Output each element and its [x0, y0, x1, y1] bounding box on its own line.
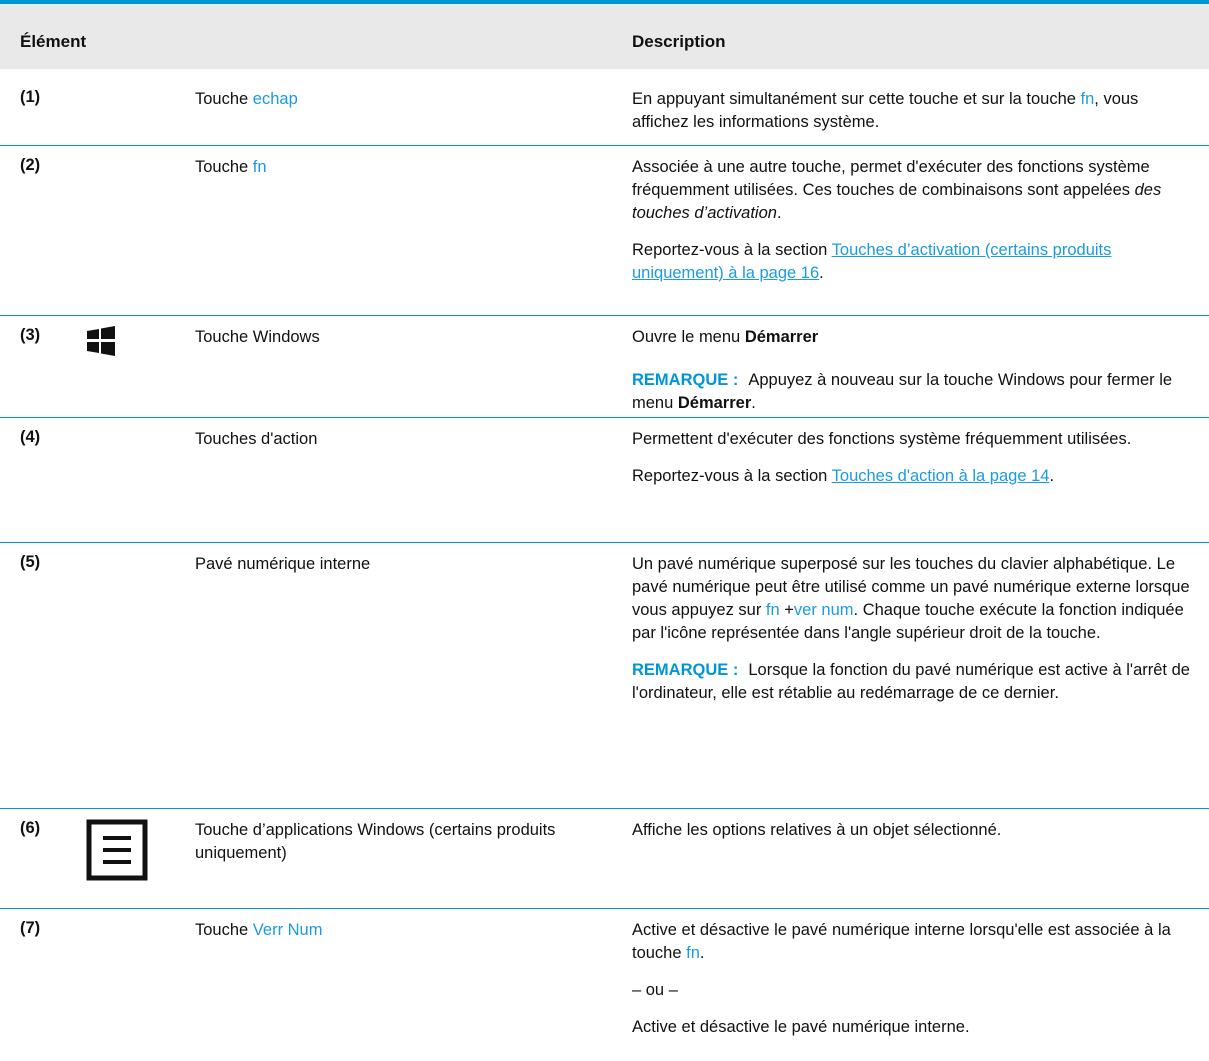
key-verr-num: Verr Num — [252, 921, 323, 939]
row-description: Associée à une autre touche, permet d'ex… — [632, 158, 1162, 282]
row-divider — [0, 315, 1209, 316]
note-label: REMARQUE : — [632, 661, 739, 679]
row-number: (3) — [20, 326, 41, 344]
table-header: Élément Description — [0, 4, 1209, 69]
row-name: Touche d’applications Windows (certains … — [195, 821, 556, 862]
row-description: Un pavé numérique superposé sur les touc… — [632, 555, 1190, 702]
row-divider — [0, 417, 1209, 418]
row-description: Active et désactive le pavé numérique in… — [632, 919, 1192, 1053]
row-divider — [0, 145, 1209, 146]
row-description: Permettent d'exécuter des fonctions syst… — [632, 430, 1132, 485]
note-label: REMARQUE : — [632, 371, 739, 389]
row-name: Touche echap — [195, 90, 298, 108]
header-element: Élément — [20, 32, 87, 51]
row-number: (6) — [20, 819, 41, 837]
key-fn: fn — [686, 944, 700, 962]
row-number: (7) — [20, 919, 41, 937]
row-divider — [0, 808, 1209, 809]
key-fn: fn — [252, 158, 267, 176]
row-number: (2) — [20, 156, 41, 174]
row-description: Ouvre le menu Démarrer REMARQUE : Appuyez… — [632, 328, 1173, 412]
header-description: Description — [632, 32, 726, 51]
key-fn: fn — [1080, 90, 1095, 108]
key-fn: fn — [765, 601, 780, 619]
row-divider — [0, 908, 1209, 909]
row-name: Touche Verr Num — [195, 921, 323, 939]
key-ver-num: ver num — [793, 601, 854, 619]
row-name: Pavé numérique interne — [195, 555, 371, 573]
row-name: Touche Windows — [195, 328, 320, 346]
row-name: Touche fn — [195, 158, 267, 176]
row-description: Affiche les options relatives à un objet… — [632, 821, 1002, 839]
or-separator: – ou – — [632, 981, 678, 999]
row-name: Touches d'action — [195, 430, 318, 448]
windows-logo-icon — [87, 326, 115, 356]
row-number: (4) — [20, 428, 41, 446]
key-echap: echap — [252, 90, 298, 108]
link-touches-action[interactable]: Touches d'action à la page 14 — [832, 467, 1050, 485]
row-description: En appuyant simultanément sur cette touc… — [632, 90, 1139, 131]
application-menu-icon — [86, 819, 148, 881]
row-number: (5) — [20, 553, 41, 571]
row-number: (1) — [20, 88, 41, 106]
row-divider — [0, 542, 1209, 543]
